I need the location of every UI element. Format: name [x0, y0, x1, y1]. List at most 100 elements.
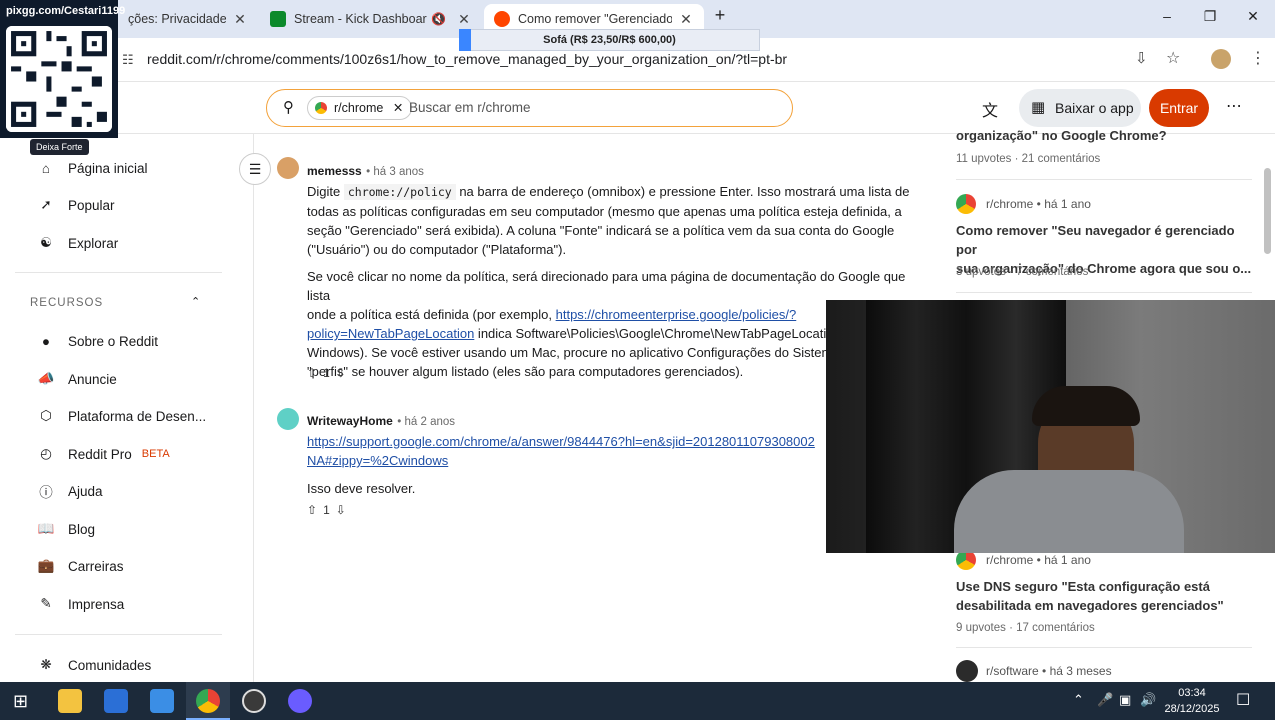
- close-window-icon[interactable]: ✕: [1243, 8, 1263, 25]
- network-icon[interactable]: ▣: [1119, 692, 1131, 708]
- get-app-button[interactable]: ▦ Baixar o app: [1019, 89, 1141, 127]
- close-tab-icon[interactable]: ✕: [232, 11, 248, 28]
- discord-icon[interactable]: [288, 689, 312, 713]
- help-icon: ⓘ: [39, 485, 53, 500]
- upvote-icon[interactable]: ⇧: [307, 366, 317, 380]
- install-app-icon[interactable]: ⇩: [1135, 49, 1148, 67]
- policy-link[interactable]: policy=NewTabPageLocation: [307, 326, 474, 341]
- browser-menu-icon[interactable]: ⋮: [1250, 48, 1266, 68]
- upvotes: 9 upvotes: [956, 622, 1006, 634]
- avatar[interactable]: [277, 408, 299, 430]
- windows-start-icon[interactable]: ⊞: [13, 691, 28, 712]
- comment-author[interactable]: WritewayHome: [307, 414, 393, 428]
- sidebar-item-advertise[interactable]: 📣 Anuncie: [36, 369, 117, 389]
- comment-time: há 3 anos: [373, 166, 424, 178]
- divider: [15, 634, 222, 635]
- vote-count: 1: [323, 503, 330, 517]
- system-clock[interactable]: 03:34 28/12/2025: [1162, 685, 1222, 717]
- close-tab-icon[interactable]: ✕: [456, 11, 472, 28]
- divider: [956, 179, 1252, 180]
- divider: [956, 647, 1252, 648]
- sidebar-item-explore[interactable]: ☯ Explorar: [36, 233, 118, 253]
- home-icon: ⌂: [41, 160, 51, 176]
- sidebar-item-reddit-pro[interactable]: ◴ Reddit Pro BETA: [36, 444, 170, 464]
- address-bar[interactable]: reddit.com/r/chrome/comments/100z6s1/how…: [147, 51, 787, 67]
- close-tab-icon[interactable]: ✕: [678, 11, 694, 28]
- volume-icon[interactable]: 🔊: [1140, 692, 1156, 708]
- related-post-title[interactable]: Use DNS seguro "Esta configuração está d…: [956, 577, 1256, 615]
- notifications-icon[interactable]: ☐: [1236, 690, 1250, 710]
- obs-icon[interactable]: [242, 689, 266, 713]
- site-settings-icon[interactable]: ☷: [122, 52, 134, 68]
- chip-remove-icon[interactable]: ✕: [393, 101, 403, 115]
- post-time: há 1 ano: [1044, 197, 1091, 211]
- post-time: há 3 meses: [1049, 664, 1112, 678]
- comment-body: https://support.google.com/chrome/a/answ…: [307, 432, 867, 498]
- downvote-icon[interactable]: ⇩: [336, 503, 346, 517]
- profile-avatar[interactable]: [1211, 49, 1231, 69]
- sidebar-item-popular[interactable]: ➚ Popular: [36, 195, 114, 215]
- sidebar-item-about[interactable]: ● Sobre o Reddit: [36, 331, 158, 351]
- text: seção "Gerenciado" será exibida). A colu…: [307, 223, 895, 238]
- related-post-sub: r/chrome • há 1 ano: [956, 550, 1091, 570]
- search-bar[interactable]: ⚲ r/chrome ✕ Buscar em r/chrome: [266, 89, 793, 127]
- sidebar-item-help[interactable]: ⓘ Ajuda: [36, 481, 102, 501]
- post-time: há 1 ano: [1044, 553, 1091, 567]
- chrome-taskbar-icon[interactable]: [196, 689, 220, 713]
- sidebar-item-careers[interactable]: 💼 Carreiras: [36, 556, 124, 576]
- pix-qr-overlay: pixgg.com/Cestari1199: [0, 0, 125, 138]
- comment-author[interactable]: memesss: [307, 164, 362, 178]
- sidebar-item-communities[interactable]: ❋ Comunidades: [36, 655, 151, 675]
- sidebar-item-developer-platform[interactable]: ⬡ Plataforma de Desen...: [36, 406, 206, 426]
- person-hair: [1032, 386, 1140, 426]
- get-app-label: Baixar o app: [1055, 100, 1134, 116]
- login-button[interactable]: Entrar: [1149, 89, 1209, 127]
- chrome-icon: [956, 194, 976, 214]
- translate-icon[interactable]: 文: [982, 97, 998, 121]
- sidebar-item-label: Comunidades: [68, 657, 152, 673]
- mute-icon[interactable]: 🔇: [431, 12, 446, 26]
- url-text: reddit.com/r/chrome/comments/100z6s1/how…: [147, 51, 788, 67]
- sidebar-item-blog[interactable]: 📖 Blog: [36, 519, 95, 539]
- scrollbar-thumb[interactable]: [1264, 168, 1271, 254]
- title-line: Como remover "Seu navegador é gerenciado…: [956, 223, 1235, 257]
- sidebar-item-home[interactable]: ⌂ Página inicial: [36, 158, 148, 178]
- qr-caption: Deixa Forte: [30, 139, 89, 155]
- subreddit-name[interactable]: r/chrome: [986, 553, 1033, 567]
- store-icon[interactable]: [104, 689, 128, 713]
- sidebar-item-press[interactable]: ✎ Imprensa: [36, 594, 124, 614]
- tab-privacy-settings[interactable]: ções: Privacidade e se ✕: [118, 4, 258, 34]
- text: na barra de endereço (omnibox) e pressio…: [455, 184, 910, 199]
- more-options-icon[interactable]: ⋯: [1226, 96, 1242, 116]
- search-icon: ⚲: [283, 99, 294, 116]
- explore-icon: ☯: [39, 235, 53, 250]
- communities-icon: ❋: [40, 657, 52, 672]
- policy-link[interactable]: https://chromeenterprise.google/policies…: [556, 307, 797, 322]
- qr-code-icon: ▦: [1031, 99, 1046, 116]
- microphone-icon[interactable]: 🎤: [1097, 692, 1113, 708]
- briefcase-icon: 💼: [37, 558, 55, 573]
- related-post-title[interactable]: organização" no Google Chrome?: [956, 126, 1256, 145]
- minimize-icon[interactable]: –: [1157, 8, 1177, 24]
- subreddit-filter-chip[interactable]: r/chrome ✕: [307, 96, 413, 120]
- bookmark-star-icon[interactable]: ☆: [1166, 48, 1180, 68]
- upvote-icon[interactable]: ⇧: [307, 503, 317, 517]
- tab-kick-dashboard[interactable]: Stream - Kick Dashboard 🔇 ✕: [260, 4, 482, 34]
- outlook-icon[interactable]: [150, 689, 174, 713]
- collapse-thread-icon[interactable]: ☰: [239, 153, 271, 185]
- avatar[interactable]: [277, 157, 299, 179]
- text: indica Software\Policies\Google\Chrome\N…: [474, 326, 841, 341]
- sidebar-item-label: Sobre o Reddit: [68, 333, 159, 349]
- maximize-icon[interactable]: ❐: [1200, 8, 1220, 25]
- subreddit-name[interactable]: r/software: [986, 664, 1039, 678]
- tab-title: Como remover "Gerenciado pe: [518, 12, 672, 26]
- related-post-sub: r/software • há 3 meses: [956, 660, 1112, 682]
- new-tab-button[interactable]: +: [710, 5, 730, 26]
- support-link[interactable]: NA#zippy=%2Cwindows: [307, 451, 867, 470]
- chevron-up-icon[interactable]: ⌃: [191, 295, 200, 308]
- downvote-icon[interactable]: ⇩: [336, 366, 346, 380]
- chevron-up-icon[interactable]: ⌃: [1073, 692, 1084, 708]
- file-explorer-icon[interactable]: [58, 689, 82, 713]
- subreddit-name[interactable]: r/chrome: [986, 197, 1033, 211]
- support-link[interactable]: https://support.google.com/chrome/a/answ…: [307, 432, 867, 451]
